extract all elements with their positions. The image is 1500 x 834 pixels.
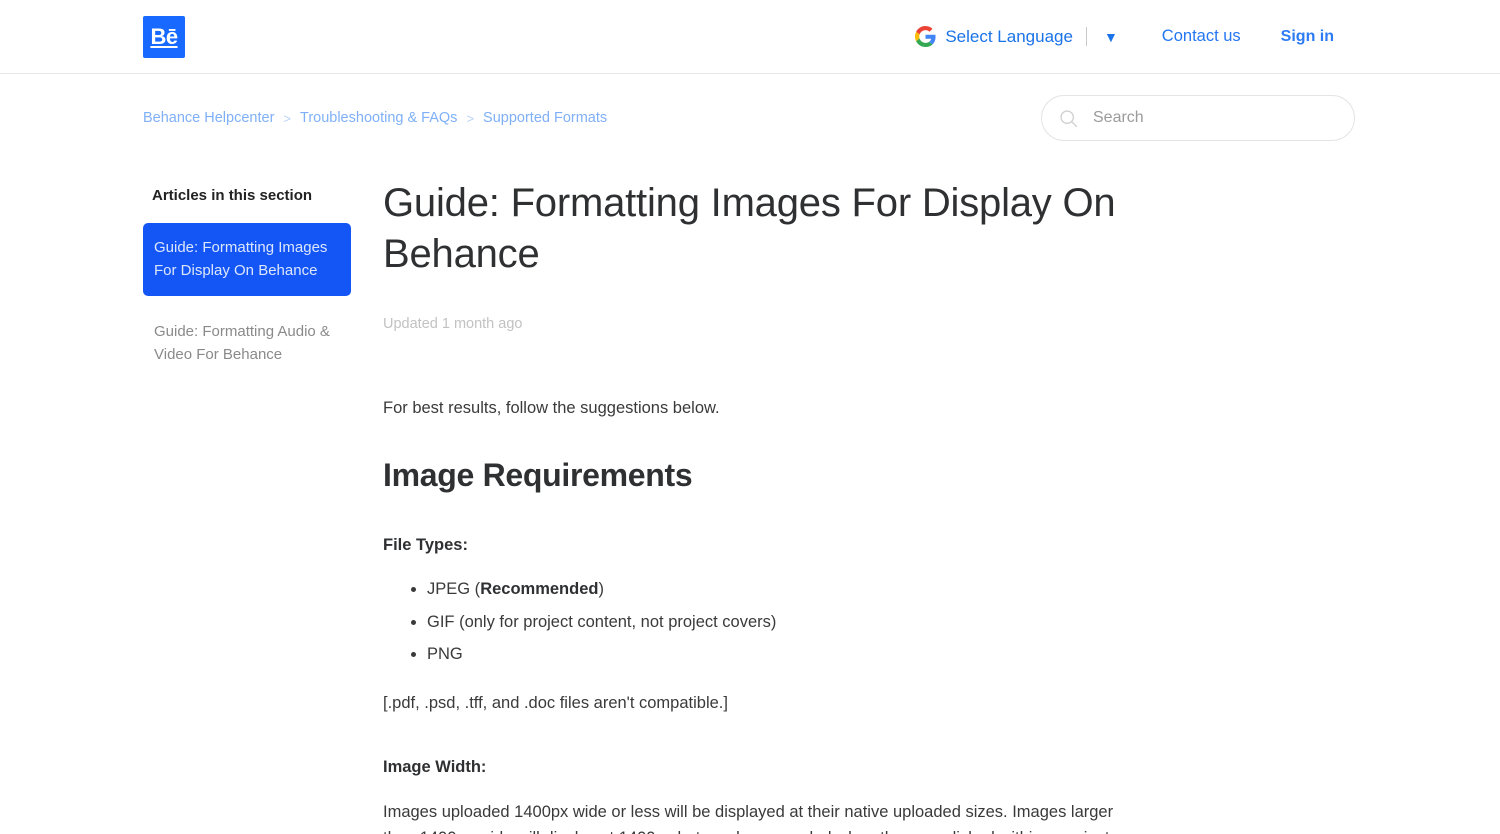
sidebar: Articles in this section Guide: Formatti…: [143, 162, 351, 379]
sign-in-link[interactable]: Sign in: [1281, 28, 1334, 46]
sidebar-item-formatting-images[interactable]: Guide: Formatting Images For Display On …: [143, 223, 351, 296]
incompatible-note: [.pdf, .psd, .tff, and .doc files aren't…: [383, 693, 728, 712]
search-icon: [1060, 109, 1078, 127]
list-item-text: JPEG (: [427, 579, 481, 598]
contact-us-link[interactable]: Contact us: [1162, 27, 1241, 46]
breadcrumb-item-supported-formats[interactable]: Supported Formats: [483, 110, 607, 126]
list-item: GIF (only for project content, not proje…: [427, 610, 1141, 636]
behance-logo-text: Bē: [150, 23, 178, 49]
sidebar-item-formatting-audio-video[interactable]: Guide: Formatting Audio & Video For Beha…: [143, 307, 351, 380]
search-box[interactable]: [1041, 95, 1355, 141]
search-input[interactable]: [1091, 108, 1338, 128]
breadcrumb-separator: >: [283, 110, 291, 126]
language-label: Select Language: [945, 27, 1073, 46]
google-g-icon: [915, 26, 936, 47]
section-heading-image-requirements: Image Requirements: [383, 456, 693, 493]
file-types-list: JPEG (Recommended) GIF (only for project…: [383, 577, 1141, 668]
article-content: Guide: Formatting Images For Display On …: [351, 162, 1141, 834]
breadcrumb-item-helpcenter[interactable]: Behance Helpcenter: [143, 110, 274, 126]
list-item: PNG: [427, 642, 1141, 668]
behance-logo[interactable]: Bē: [143, 15, 185, 58]
subbar: Behance Helpcenter > Troubleshooting & F…: [0, 74, 1500, 162]
list-item-emphasis: Recommended: [480, 579, 599, 598]
breadcrumb-separator: >: [466, 110, 475, 126]
chevron-down-icon[interactable]: ▼: [1104, 30, 1118, 44]
list-item-text: GIF (only for project content, not proje…: [427, 612, 777, 631]
language-divider: [1085, 27, 1087, 46]
sidebar-heading: Articles in this section: [152, 187, 313, 204]
breadcrumb: Behance Helpcenter > Troubleshooting & F…: [143, 110, 607, 126]
page-body: Articles in this section Guide: Formatti…: [0, 162, 1500, 834]
language-selector[interactable]: Select Language ▼: [915, 26, 1118, 47]
list-item-text: PNG: [427, 645, 463, 664]
list-item: JPEG (Recommended): [427, 577, 1141, 603]
updated-timestamp: Updated 1 month ago: [383, 315, 523, 332]
image-width-paragraph: Images uploaded 1400px wide or less will…: [383, 802, 1114, 834]
list-item-tail: ): [598, 579, 604, 598]
site-header: Bē Select Language ▼ Contact us Sign in: [0, 0, 1500, 74]
header-actions: Select Language ▼ Contact us Sign in: [915, 26, 1334, 47]
subheading-image-width: Image Width:: [383, 757, 487, 776]
intro-paragraph: For best results, follow the suggestions…: [383, 398, 720, 417]
page-title: Guide: Formatting Images For Display On …: [383, 181, 1116, 276]
breadcrumb-item-troubleshooting[interactable]: Troubleshooting & FAQs: [300, 110, 457, 126]
subheading-file-types: File Types:: [383, 535, 468, 554]
